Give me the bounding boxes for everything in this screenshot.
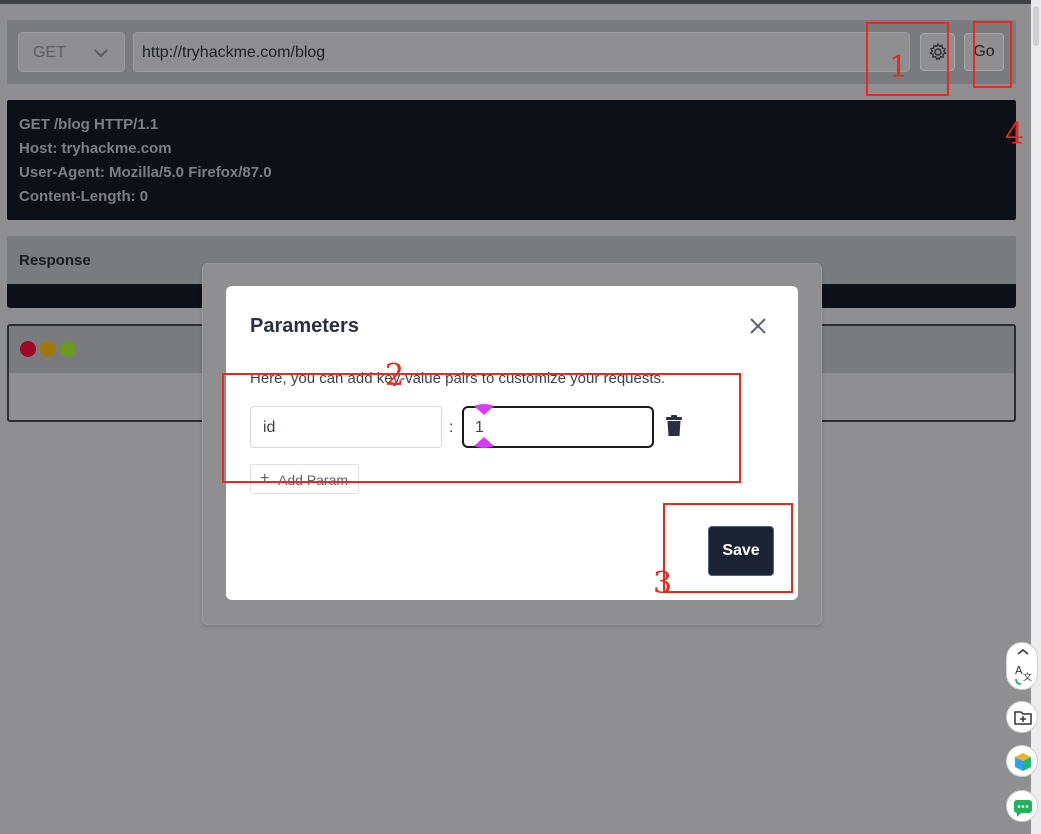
svg-text:文: 文 (1023, 671, 1032, 683)
scrollbar-thumb[interactable] (1033, 6, 1039, 46)
modal-title: Parameters (250, 315, 359, 337)
chat-button[interactable] (1006, 790, 1038, 822)
cube-icon (1015, 753, 1031, 771)
request-line: GET /blog HTTP/1.1 (19, 116, 159, 133)
request-user-agent: User-Agent: Mozilla/5.0 Firefox/87.0 (19, 164, 272, 181)
close-dot (20, 341, 36, 357)
screenshot-button[interactable] (1006, 701, 1038, 733)
method-select[interactable]: GET (18, 32, 125, 72)
maximize-dot (60, 341, 76, 357)
annotation-box-4 (973, 21, 1012, 88)
translate-button[interactable]: A 文 (1006, 642, 1038, 690)
cube-button[interactable] (1006, 745, 1038, 777)
request-panel: GET /blog HTTP/1.1 Host: tryhackme.com U… (7, 100, 1016, 220)
screenshot-icon (1014, 711, 1032, 725)
response-title: Response (19, 252, 91, 269)
request-host: Host: tryhackme.com (19, 140, 172, 157)
chat-icon (1014, 800, 1032, 817)
annotation-box-3 (663, 503, 793, 593)
chevron-down-icon (94, 49, 108, 58)
annotation-number-4: 4 (1005, 117, 1025, 152)
annotation-number-1: 1 (889, 50, 909, 85)
annotation-number-2: 2 (385, 358, 405, 393)
minimize-dot (40, 341, 56, 357)
request-content-length: Content-Length: 0 (19, 188, 149, 205)
annotation-box-2 (222, 373, 741, 483)
top-border (0, 0, 1031, 4)
annotation-number-3: 3 (653, 566, 673, 601)
method-value: GET (33, 44, 66, 61)
url-value: http://tryhackme.com/blog (142, 44, 326, 61)
close-icon[interactable] (746, 314, 770, 338)
translate-icon: A 文 (1015, 649, 1032, 685)
url-input[interactable]: http://tryhackme.com/blog (133, 32, 910, 72)
svg-text:A: A (1015, 664, 1023, 677)
